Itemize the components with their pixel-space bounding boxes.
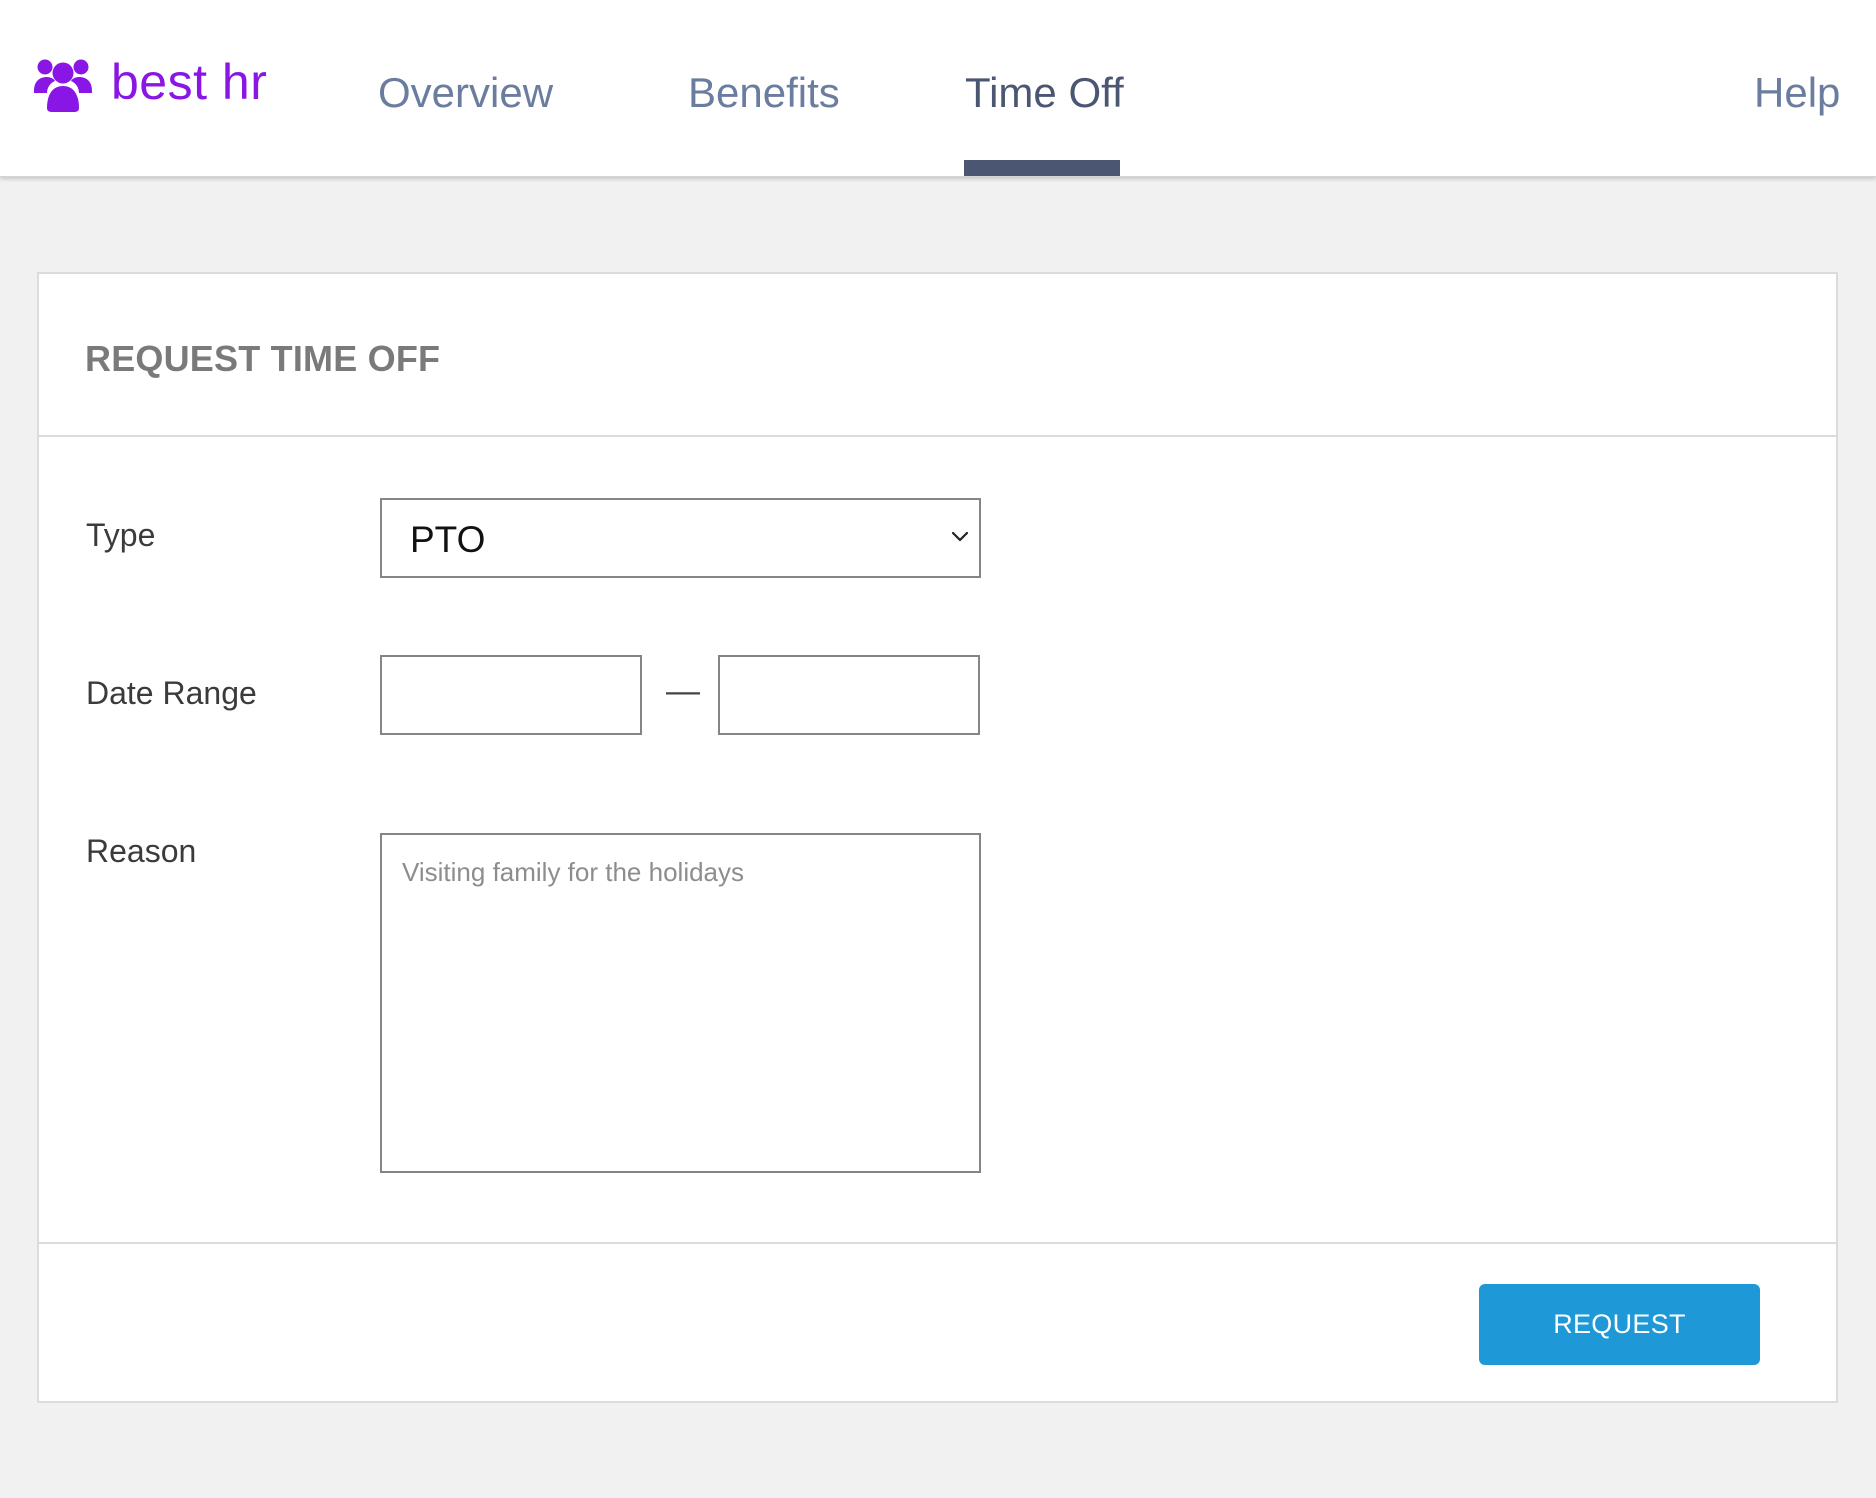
type-select[interactable]: PTO: [380, 498, 981, 578]
type-select-value: PTO: [410, 519, 486, 560]
card-footer-divider: [39, 1242, 1836, 1244]
top-nav-bar: best hr Overview Benefits Time Off Help: [0, 0, 1876, 177]
reason-textarea[interactable]: [380, 833, 981, 1173]
end-date-input[interactable]: [718, 655, 980, 735]
card-header: REQUEST TIME OFF: [39, 274, 1836, 437]
brand-logo[interactable]: best hr: [34, 54, 268, 112]
nav-overview[interactable]: Overview: [378, 72, 553, 114]
request-time-off-card: REQUEST TIME OFF Type PTO Date Range — R…: [37, 272, 1838, 1403]
active-tab-indicator: [964, 160, 1120, 176]
request-button[interactable]: REQUEST: [1479, 1284, 1760, 1365]
start-date-input[interactable]: [380, 655, 642, 735]
chevron-down-icon: [951, 531, 969, 542]
nav-help[interactable]: Help: [1754, 72, 1840, 114]
users-group-icon: [34, 59, 92, 112]
date-range-separator: —: [666, 672, 700, 710]
nav-time-off[interactable]: Time Off: [965, 72, 1124, 114]
type-label: Type: [86, 517, 156, 553]
brand-name: best hr: [111, 54, 268, 110]
nav-benefits[interactable]: Benefits: [688, 72, 840, 114]
date-range-label: Date Range: [86, 675, 257, 711]
reason-label: Reason: [86, 833, 197, 869]
card-title: REQUEST TIME OFF: [85, 338, 441, 379]
